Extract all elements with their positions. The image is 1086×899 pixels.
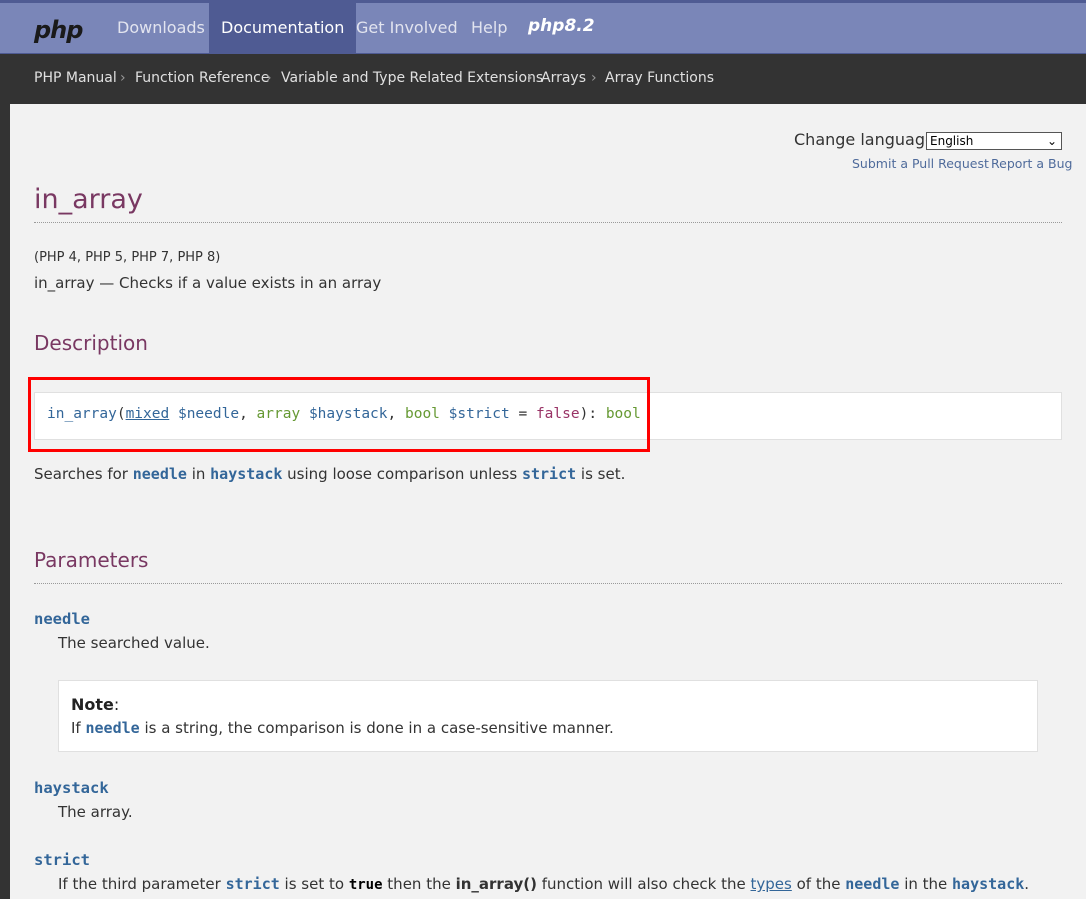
report-bug-link[interactable]: Report a Bug [991,156,1072,171]
note-text: If needle is a string, the comparison is… [71,719,614,737]
text-segment: . [1024,875,1030,893]
change-language-label: Change language: [794,130,941,149]
param-name-needle: needle [34,610,90,628]
text-segment: is set. [576,465,626,483]
nav-get-involved[interactable]: Get Involved [344,3,470,54]
note-colon: : [113,695,120,714]
text-segment: function will also check the [536,875,751,893]
breadcrumb-variable-type-extensions[interactable]: Variable and Type Related Extensions [281,70,543,86]
text-segment: If [71,719,86,737]
param-ref-strict: strict [225,875,280,893]
language-select[interactable]: English ⌄ [926,132,1062,150]
nav-help[interactable]: Help [459,3,519,54]
literal-true: true [348,877,383,893]
text-segment: then the [382,875,456,893]
breadcrumb-separator: › [266,70,272,86]
param-ref-needle: needle [85,719,140,737]
breadcrumb-php-manual[interactable]: PHP Manual [34,70,117,86]
text-segment: is set to [279,875,349,893]
param-ref-strict: strict [521,465,577,483]
note-box: Note: If needle is a string, the compari… [58,680,1038,752]
param-ref-haystack: haystack [952,875,1025,893]
page-title: in_array [34,184,143,215]
top-navigation: php Downloads Documentation Get Involved… [0,0,1086,54]
php-release-logo[interactable]: php8.2 [528,16,595,36]
text-segment: using loose comparison unless [282,465,522,483]
param-name-strict: strict [34,851,90,869]
param-ref-haystack: haystack [210,465,283,483]
breadcrumb: PHP Manual › Function Reference › Variab… [0,54,1086,104]
text-segment: in the [899,875,953,893]
text-segment: If the third parameter [58,875,226,893]
note-title-text: Note [71,695,114,714]
param-desc-strict: If the third parameter strict is set to … [58,875,1029,893]
language-select-value: English [930,134,974,148]
title-divider [34,222,1062,223]
submit-pull-request-link[interactable]: Submit a Pull Request [852,156,989,171]
parameters-heading: Parameters [34,548,149,572]
breadcrumb-separator: › [591,70,597,86]
parameters-divider [34,583,1062,584]
param-ref-needle: needle [132,465,187,483]
refpurpose: in_array — Checks if a value exists in a… [34,274,382,292]
param-desc-needle: The searched value. [58,634,210,652]
description-heading: Description [34,331,148,355]
breadcrumb-separator: › [527,70,533,86]
main-content: Change language: English ⌄ Submit a Pull… [10,104,1086,899]
param-desc-haystack: The array. [58,803,133,821]
php-logo[interactable]: php [34,16,83,44]
text-segment: in [186,465,211,483]
function-ref-in-array: in_array() [455,875,537,893]
breadcrumb-separator: › [120,70,126,86]
nav-downloads[interactable]: Downloads [105,3,217,54]
chevron-down-icon: ⌄ [1046,134,1057,148]
breadcrumb-arrays[interactable]: Arrays [541,70,586,86]
types-link[interactable]: types [751,875,792,893]
note-title: Note: [71,695,119,714]
param-name-haystack: haystack [34,779,109,797]
nav-documentation[interactable]: Documentation [209,3,357,54]
text-segment: of the [791,875,846,893]
param-ref-needle: needle [845,875,900,893]
red-highlight-box [28,377,650,452]
description-text: Searches for needle in haystack using lo… [34,465,625,483]
breadcrumb-function-reference[interactable]: Function Reference [135,70,270,86]
text-segment: Searches for [34,465,133,483]
php-versions: (PHP 4, PHP 5, PHP 7, PHP 8) [34,250,221,265]
breadcrumb-array-functions[interactable]: Array Functions [605,70,714,86]
text-segment: is a string, the comparison is done in a… [139,719,614,737]
